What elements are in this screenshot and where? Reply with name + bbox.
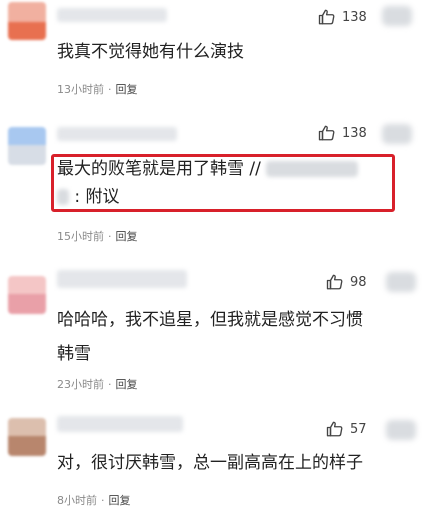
comment-time: 15小时前	[57, 230, 104, 243]
thumbs-up-icon	[326, 421, 343, 437]
reply-button[interactable]: 回复	[116, 230, 138, 243]
like-count: 138	[342, 125, 367, 141]
like-count: 138	[342, 9, 367, 25]
like-count: 98	[350, 274, 367, 290]
more-options-blurred[interactable]	[382, 6, 412, 26]
comment-text-line: 对，很讨厌韩雪，总一副高高在上的样子	[57, 453, 363, 473]
comment-text-line: 哈哈哈，我不追星，但我就是感觉不习惯	[57, 310, 363, 330]
mention-username-blurred[interactable]	[57, 189, 69, 205]
comment-meta: 13小时前 · 回复	[57, 81, 138, 97]
thumbs-up-icon	[326, 274, 343, 290]
comment-meta: 15小时前 · 回复	[57, 228, 138, 244]
separator-dot: ·	[108, 230, 112, 243]
comment-text: 我真不觉得她有什么演技	[57, 38, 244, 66]
comment-time: 23小时前	[57, 378, 104, 391]
like-count: 57	[350, 421, 367, 437]
reply-button[interactable]: 回复	[116, 378, 138, 391]
more-options-blurred[interactable]	[386, 272, 416, 292]
avatar[interactable]	[8, 2, 46, 40]
username-blurred[interactable]	[57, 416, 183, 432]
avatar[interactable]	[8, 127, 46, 165]
comment-text: 最大的败笔就是用了韩雪 // : 附议	[57, 155, 359, 211]
reply-button[interactable]: 回复	[109, 494, 131, 507]
reply-button[interactable]: 回复	[116, 83, 138, 96]
avatar[interactable]	[8, 418, 46, 456]
comment-text-line: 我真不觉得她有什么演技	[57, 42, 244, 62]
like-button[interactable]: 57	[326, 420, 367, 438]
like-button[interactable]: 138	[318, 8, 367, 26]
comment-text: 哈哈哈，我不追星，但我就是感觉不习惯 韩雪	[57, 303, 363, 371]
more-options-blurred[interactable]	[386, 420, 416, 440]
avatar[interactable]	[8, 276, 46, 314]
separator-dot: ·	[101, 494, 105, 507]
comment-text: 对，很讨厌韩雪，总一副高高在上的样子	[57, 449, 363, 477]
username-blurred[interactable]	[57, 127, 177, 141]
thumbs-up-icon	[318, 125, 335, 141]
like-button[interactable]: 138	[318, 124, 367, 142]
like-button[interactable]: 98	[326, 273, 367, 291]
comment-meta: 23小时前 · 回复	[57, 376, 138, 392]
comment-text-line: : 附议	[57, 183, 358, 211]
comment-time: 8小时前	[57, 494, 97, 507]
mention-username-blurred[interactable]	[266, 161, 359, 177]
separator-dot: ·	[108, 83, 112, 96]
comment-meta: 8小时前 · 回复	[57, 492, 131, 508]
username-blurred[interactable]	[57, 270, 187, 288]
username-blurred[interactable]	[57, 8, 167, 22]
comment-text-line: 韩雪	[57, 344, 91, 364]
comment-text-line: 最大的败笔就是用了韩雪 //	[57, 155, 359, 183]
comment-time: 13小时前	[57, 83, 104, 96]
more-options-blurred[interactable]	[382, 124, 412, 144]
thumbs-up-icon	[318, 9, 335, 25]
separator-dot: ·	[108, 378, 112, 391]
